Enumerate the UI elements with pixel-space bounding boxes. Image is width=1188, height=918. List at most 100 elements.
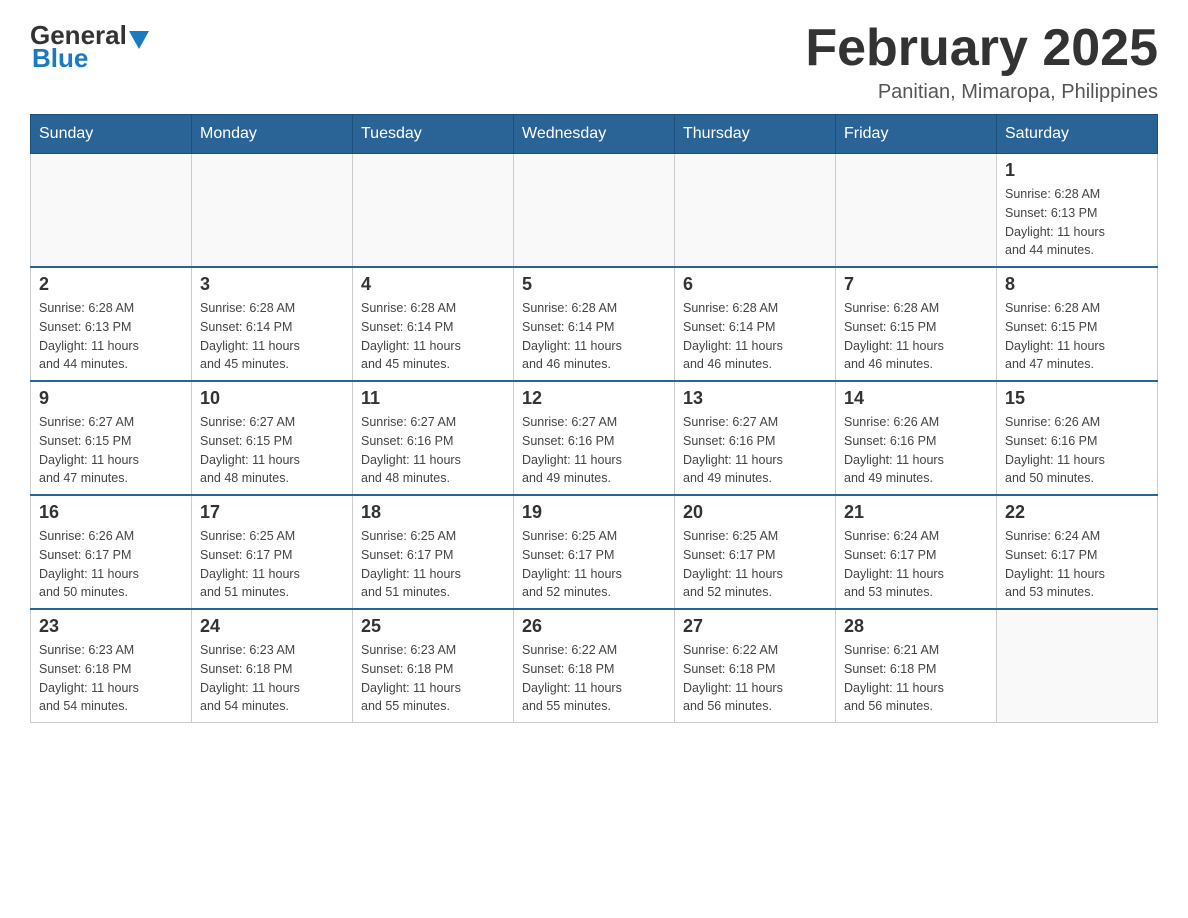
- calendar-cell: 19 Sunrise: 6:25 AM Sunset: 6:17 PM Dayli…: [514, 495, 675, 609]
- day-number: 23: [39, 616, 183, 637]
- day-info: Sunrise: 6:25 AM Sunset: 6:17 PM Dayligh…: [200, 527, 344, 602]
- calendar-header-sunday: Sunday: [31, 115, 192, 154]
- day-number: 24: [200, 616, 344, 637]
- day-info: Sunrise: 6:24 AM Sunset: 6:17 PM Dayligh…: [844, 527, 988, 602]
- week-row-4: 16 Sunrise: 6:26 AM Sunset: 6:17 PM Dayli…: [31, 495, 1158, 609]
- day-number: 15: [1005, 388, 1149, 409]
- day-info: Sunrise: 6:26 AM Sunset: 6:16 PM Dayligh…: [844, 413, 988, 488]
- calendar-cell: [836, 154, 997, 268]
- calendar-header-thursday: Thursday: [675, 115, 836, 154]
- day-number: 6: [683, 274, 827, 295]
- calendar-cell: [675, 154, 836, 268]
- day-number: 5: [522, 274, 666, 295]
- calendar-cell: 8 Sunrise: 6:28 AM Sunset: 6:15 PM Daylig…: [997, 267, 1158, 381]
- calendar-cell: 23 Sunrise: 6:23 AM Sunset: 6:18 PM Dayli…: [31, 609, 192, 723]
- calendar-cell: 24 Sunrise: 6:23 AM Sunset: 6:18 PM Dayli…: [192, 609, 353, 723]
- subtitle: Panitian, Mimaropa, Philippines: [805, 81, 1158, 104]
- day-info: Sunrise: 6:26 AM Sunset: 6:16 PM Dayligh…: [1005, 413, 1149, 488]
- week-row-3: 9 Sunrise: 6:27 AM Sunset: 6:15 PM Daylig…: [31, 381, 1158, 495]
- logo-blue-text: Blue: [30, 43, 88, 74]
- calendar-cell: 16 Sunrise: 6:26 AM Sunset: 6:17 PM Dayli…: [31, 495, 192, 609]
- calendar-header-saturday: Saturday: [997, 115, 1158, 154]
- calendar-header-tuesday: Tuesday: [353, 115, 514, 154]
- calendar-cell: 1 Sunrise: 6:28 AM Sunset: 6:13 PM Daylig…: [997, 154, 1158, 268]
- day-number: 12: [522, 388, 666, 409]
- calendar-cell: 21 Sunrise: 6:24 AM Sunset: 6:17 PM Dayli…: [836, 495, 997, 609]
- calendar-cell: 9 Sunrise: 6:27 AM Sunset: 6:15 PM Daylig…: [31, 381, 192, 495]
- day-info: Sunrise: 6:28 AM Sunset: 6:15 PM Dayligh…: [844, 299, 988, 374]
- day-info: Sunrise: 6:25 AM Sunset: 6:17 PM Dayligh…: [683, 527, 827, 602]
- calendar-cell: [514, 154, 675, 268]
- day-info: Sunrise: 6:22 AM Sunset: 6:18 PM Dayligh…: [683, 641, 827, 716]
- day-number: 27: [683, 616, 827, 637]
- calendar-cell: 3Sunrise: 6:28 AM Sunset: 6:14 PM Daylig…: [192, 267, 353, 381]
- day-info: Sunrise: 6:28 AM Sunset: 6:14 PM Dayligh…: [683, 299, 827, 374]
- week-row-5: 23 Sunrise: 6:23 AM Sunset: 6:18 PM Dayli…: [31, 609, 1158, 723]
- week-row-1: 1 Sunrise: 6:28 AM Sunset: 6:13 PM Daylig…: [31, 154, 1158, 268]
- calendar-cell: 22 Sunrise: 6:24 AM Sunset: 6:17 PM Dayli…: [997, 495, 1158, 609]
- day-number: 28: [844, 616, 988, 637]
- day-info: Sunrise: 6:25 AM Sunset: 6:17 PM Dayligh…: [361, 527, 505, 602]
- day-info: Sunrise: 6:23 AM Sunset: 6:18 PM Dayligh…: [361, 641, 505, 716]
- day-info: Sunrise: 6:23 AM Sunset: 6:18 PM Dayligh…: [200, 641, 344, 716]
- day-number: 9: [39, 388, 183, 409]
- day-number: 16: [39, 502, 183, 523]
- calendar-cell: 26 Sunrise: 6:22 AM Sunset: 6:18 PM Dayli…: [514, 609, 675, 723]
- day-number: 17: [200, 502, 344, 523]
- day-number: 13: [683, 388, 827, 409]
- calendar-cell: 25 Sunrise: 6:23 AM Sunset: 6:18 PM Dayli…: [353, 609, 514, 723]
- calendar-cell: [31, 154, 192, 268]
- calendar-cell: 12 Sunrise: 6:27 AM Sunset: 6:16 PM Dayli…: [514, 381, 675, 495]
- calendar-cell: 4Sunrise: 6:28 AM Sunset: 6:14 PM Daylig…: [353, 267, 514, 381]
- calendar-cell: 11 Sunrise: 6:27 AM Sunset: 6:16 PM Dayli…: [353, 381, 514, 495]
- page-header: General Blue February 2025 Panitian, Mim…: [30, 20, 1158, 104]
- calendar-cell: 7 Sunrise: 6:28 AM Sunset: 6:15 PM Daylig…: [836, 267, 997, 381]
- day-number: 1: [1005, 160, 1149, 181]
- day-info: Sunrise: 6:27 AM Sunset: 6:16 PM Dayligh…: [361, 413, 505, 488]
- calendar-cell: 10 Sunrise: 6:27 AM Sunset: 6:15 PM Dayli…: [192, 381, 353, 495]
- calendar-cell: 27 Sunrise: 6:22 AM Sunset: 6:18 PM Dayli…: [675, 609, 836, 723]
- day-info: Sunrise: 6:28 AM Sunset: 6:15 PM Dayligh…: [1005, 299, 1149, 374]
- logo-triangle-icon: [129, 31, 149, 49]
- day-info: Sunrise: 6:27 AM Sunset: 6:15 PM Dayligh…: [39, 413, 183, 488]
- day-info: Sunrise: 6:28 AM Sunset: 6:14 PM Dayligh…: [522, 299, 666, 374]
- day-number: 21: [844, 502, 988, 523]
- day-number: 7: [844, 274, 988, 295]
- calendar-cell: [353, 154, 514, 268]
- calendar-cell: 14Sunrise: 6:26 AM Sunset: 6:16 PM Dayli…: [836, 381, 997, 495]
- day-number: 8: [1005, 274, 1149, 295]
- title-section: February 2025 Panitian, Mimaropa, Philip…: [805, 20, 1158, 104]
- calendar-cell: 5 Sunrise: 6:28 AM Sunset: 6:14 PM Daylig…: [514, 267, 675, 381]
- calendar-header-row: SundayMondayTuesdayWednesdayThursdayFrid…: [31, 115, 1158, 154]
- calendar-cell: [192, 154, 353, 268]
- calendar-cell: [997, 609, 1158, 723]
- day-info: Sunrise: 6:26 AM Sunset: 6:17 PM Dayligh…: [39, 527, 183, 602]
- day-info: Sunrise: 6:28 AM Sunset: 6:13 PM Dayligh…: [1005, 185, 1149, 260]
- day-number: 3: [200, 274, 344, 295]
- day-info: Sunrise: 6:21 AM Sunset: 6:18 PM Dayligh…: [844, 641, 988, 716]
- day-info: Sunrise: 6:22 AM Sunset: 6:18 PM Dayligh…: [522, 641, 666, 716]
- day-number: 22: [1005, 502, 1149, 523]
- calendar-header-wednesday: Wednesday: [514, 115, 675, 154]
- day-number: 20: [683, 502, 827, 523]
- day-number: 19: [522, 502, 666, 523]
- day-info: Sunrise: 6:24 AM Sunset: 6:17 PM Dayligh…: [1005, 527, 1149, 602]
- day-info: Sunrise: 6:27 AM Sunset: 6:16 PM Dayligh…: [522, 413, 666, 488]
- calendar-cell: 20 Sunrise: 6:25 AM Sunset: 6:17 PM Dayli…: [675, 495, 836, 609]
- day-info: Sunrise: 6:23 AM Sunset: 6:18 PM Dayligh…: [39, 641, 183, 716]
- week-row-2: 2Sunrise: 6:28 AM Sunset: 6:13 PM Daylig…: [31, 267, 1158, 381]
- day-number: 26: [522, 616, 666, 637]
- calendar-cell: 15 Sunrise: 6:26 AM Sunset: 6:16 PM Dayli…: [997, 381, 1158, 495]
- logo: General Blue: [30, 20, 149, 74]
- day-info: Sunrise: 6:27 AM Sunset: 6:15 PM Dayligh…: [200, 413, 344, 488]
- calendar-cell: 13Sunrise: 6:27 AM Sunset: 6:16 PM Dayli…: [675, 381, 836, 495]
- calendar-cell: 17 Sunrise: 6:25 AM Sunset: 6:17 PM Dayli…: [192, 495, 353, 609]
- calendar-cell: 2Sunrise: 6:28 AM Sunset: 6:13 PM Daylig…: [31, 267, 192, 381]
- day-number: 25: [361, 616, 505, 637]
- day-number: 11: [361, 388, 505, 409]
- day-info: Sunrise: 6:25 AM Sunset: 6:17 PM Dayligh…: [522, 527, 666, 602]
- day-info: Sunrise: 6:28 AM Sunset: 6:13 PM Dayligh…: [39, 299, 183, 374]
- calendar-cell: 28 Sunrise: 6:21 AM Sunset: 6:18 PM Dayli…: [836, 609, 997, 723]
- day-info: Sunrise: 6:28 AM Sunset: 6:14 PM Dayligh…: [361, 299, 505, 374]
- day-number: 10: [200, 388, 344, 409]
